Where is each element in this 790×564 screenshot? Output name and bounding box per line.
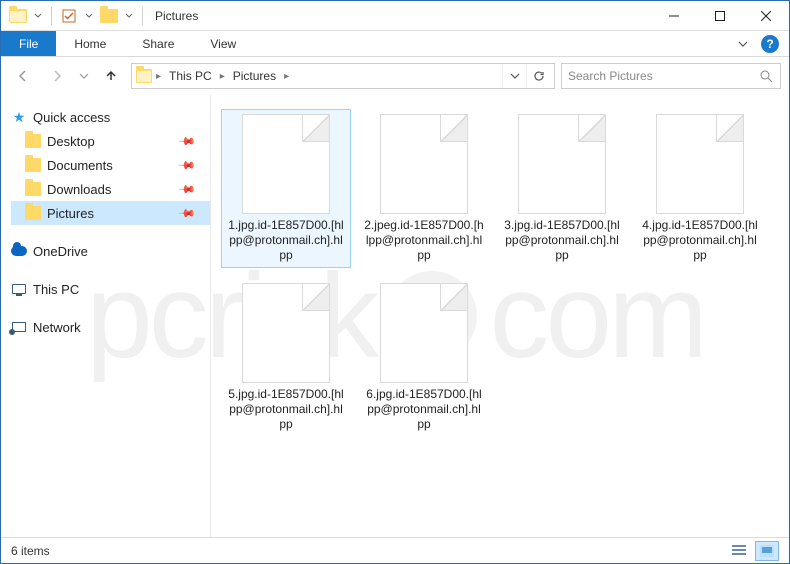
file-item[interactable]: 5.jpg.id-1E857D00.[hlpp@protonmail.ch].h… xyxy=(221,278,351,437)
nav-label: OneDrive xyxy=(33,244,88,259)
expand-ribbon-icon[interactable] xyxy=(735,36,751,52)
maximize-button[interactable] xyxy=(697,1,743,31)
titlebar: Pictures xyxy=(1,1,789,31)
file-name: 2.jpeg.id-1E857D00.[hlpp@protonmail.ch].… xyxy=(364,218,484,263)
sidebar-item-downloads[interactable]: Downloads 📌 xyxy=(11,177,210,201)
nav-label: Network xyxy=(33,320,81,335)
divider xyxy=(51,7,52,25)
window-controls xyxy=(651,1,789,31)
file-icon xyxy=(380,283,468,383)
tab-view[interactable]: View xyxy=(192,31,254,56)
close-button[interactable] xyxy=(743,1,789,31)
file-tab[interactable]: File xyxy=(1,31,56,56)
folder-icon xyxy=(25,133,41,149)
folder-icon xyxy=(25,157,41,173)
pin-icon: 📌 xyxy=(178,204,197,223)
new-folder-icon[interactable] xyxy=(98,5,120,27)
onedrive-icon xyxy=(11,243,27,259)
file-icon xyxy=(380,114,468,214)
star-icon: ★ xyxy=(11,109,27,125)
nav-onedrive[interactable]: OneDrive xyxy=(11,239,210,263)
navigation-pane: ★ Quick access Desktop📌Documents📌Downloa… xyxy=(1,95,211,537)
nav-label: Quick access xyxy=(33,110,110,125)
nav-label: This PC xyxy=(33,282,79,297)
pin-icon: 📌 xyxy=(178,156,197,175)
file-icon xyxy=(242,114,330,214)
sidebar-item-label: Downloads xyxy=(47,182,111,197)
forward-button[interactable] xyxy=(43,62,71,90)
details-view-button[interactable] xyxy=(727,541,751,561)
qat-dropdown-1[interactable] xyxy=(31,12,45,20)
file-item[interactable]: 2.jpeg.id-1E857D00.[hlpp@protonmail.ch].… xyxy=(359,109,489,268)
folder-icon xyxy=(25,205,41,221)
nav-quick-access[interactable]: ★ Quick access xyxy=(11,105,210,129)
qat-dropdown-2[interactable] xyxy=(82,12,96,20)
nav-this-pc[interactable]: This PC xyxy=(11,277,210,301)
address-dropdown-button[interactable] xyxy=(502,64,526,88)
chevron-right-icon[interactable]: ▸ xyxy=(218,71,227,82)
minimize-button[interactable] xyxy=(651,1,697,31)
folder-icon xyxy=(25,181,41,197)
tab-home[interactable]: Home xyxy=(56,31,124,56)
file-icon xyxy=(242,283,330,383)
file-icon xyxy=(656,114,744,214)
quick-access-toolbar: Pictures xyxy=(1,5,198,27)
ribbon: File Home Share View ? xyxy=(1,31,789,57)
properties-icon[interactable] xyxy=(58,5,80,27)
network-icon xyxy=(11,319,27,335)
breadcrumb-this-pc[interactable]: This PC xyxy=(165,69,216,83)
window-title: Pictures xyxy=(155,9,198,23)
search-placeholder: Search Pictures xyxy=(568,69,653,83)
sidebar-item-pictures[interactable]: Pictures 📌 xyxy=(11,201,210,225)
large-icons-view-button[interactable] xyxy=(755,541,779,561)
statusbar: 6 items xyxy=(1,537,789,563)
file-name: 5.jpg.id-1E857D00.[hlpp@protonmail.ch].h… xyxy=(226,387,346,432)
chevron-right-icon[interactable]: ▸ xyxy=(154,71,163,82)
status-item-count: 6 items xyxy=(11,544,50,558)
recent-locations-button[interactable] xyxy=(77,62,91,90)
file-item[interactable]: 3.jpg.id-1E857D00.[hlpp@protonmail.ch].h… xyxy=(497,109,627,268)
location-folder-icon xyxy=(136,68,152,84)
search-input[interactable]: Search Pictures xyxy=(561,63,781,89)
search-icon xyxy=(758,68,774,84)
qat-customize[interactable] xyxy=(122,12,136,20)
sidebar-item-label: Desktop xyxy=(47,134,95,149)
breadcrumb-bar[interactable]: ▸ This PC ▸ Pictures ▸ xyxy=(131,63,555,89)
sidebar-item-label: Documents xyxy=(47,158,113,173)
nav-network[interactable]: Network xyxy=(11,315,210,339)
file-name: 6.jpg.id-1E857D00.[hlpp@protonmail.ch].h… xyxy=(364,387,484,432)
file-icon xyxy=(518,114,606,214)
pin-icon: 📌 xyxy=(178,132,197,151)
file-item[interactable]: 6.jpg.id-1E857D00.[hlpp@protonmail.ch].h… xyxy=(359,278,489,437)
divider xyxy=(142,7,143,25)
sidebar-item-desktop[interactable]: Desktop 📌 xyxy=(11,129,210,153)
pin-icon: 📌 xyxy=(178,180,197,199)
file-name: 1.jpg.id-1E857D00.[hlpp@protonmail.ch].h… xyxy=(226,218,346,263)
up-button[interactable] xyxy=(97,62,125,90)
pc-icon xyxy=(11,281,27,297)
file-name: 4.jpg.id-1E857D00.[hlpp@protonmail.ch].h… xyxy=(640,218,760,263)
address-row: ▸ This PC ▸ Pictures ▸ Search Pictures xyxy=(1,57,789,95)
tab-share[interactable]: Share xyxy=(124,31,192,56)
file-item[interactable]: 1.jpg.id-1E857D00.[hlpp@protonmail.ch].h… xyxy=(221,109,351,268)
sidebar-item-documents[interactable]: Documents 📌 xyxy=(11,153,210,177)
explorer-icon xyxy=(7,5,29,27)
breadcrumb-pictures[interactable]: Pictures xyxy=(229,69,280,83)
file-item[interactable]: 4.jpg.id-1E857D00.[hlpp@protonmail.ch].h… xyxy=(635,109,765,268)
refresh-button[interactable] xyxy=(526,64,550,88)
chevron-right-icon[interactable]: ▸ xyxy=(282,71,291,82)
file-list[interactable]: 1.jpg.id-1E857D00.[hlpp@protonmail.ch].h… xyxy=(211,95,789,537)
content-area: pcriskcom ★ Quick access Desktop📌Documen… xyxy=(1,95,789,537)
sidebar-item-label: Pictures xyxy=(47,206,94,221)
help-icon[interactable]: ? xyxy=(761,35,779,53)
back-button[interactable] xyxy=(9,62,37,90)
explorer-window: Pictures File Home Share View ? xyxy=(0,0,790,564)
file-name: 3.jpg.id-1E857D00.[hlpp@protonmail.ch].h… xyxy=(502,218,622,263)
